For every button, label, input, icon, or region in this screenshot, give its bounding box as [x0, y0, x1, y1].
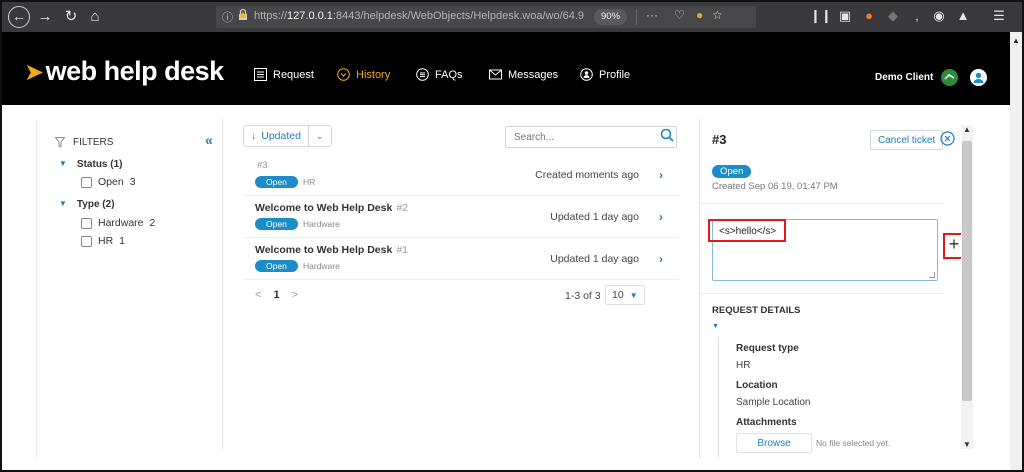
per-page-select[interactable]: 10 ▼ — [605, 285, 645, 305]
resize-handle-icon[interactable] — [929, 272, 935, 278]
sort-arrow-icon: ↓ — [251, 130, 257, 142]
checkbox[interactable] — [81, 235, 92, 247]
request-list-icon — [254, 68, 267, 81]
zoom-level[interactable]: 90% — [594, 9, 628, 25]
extension-arrow-icon[interactable]: ▲ — [954, 8, 972, 23]
reload-icon[interactable]: ↻ — [60, 6, 82, 28]
scroll-up-icon[interactable]: ▲ — [963, 125, 971, 134]
chevron-right-icon[interactable]: › — [659, 168, 663, 182]
page-actions-icon[interactable]: ··· — [646, 8, 658, 22]
user-name[interactable]: Demo Client — [875, 72, 933, 83]
ticket-row[interactable]: #3 Open HR Created moments ago › — [243, 156, 679, 196]
browse-button[interactable]: Browse — [736, 433, 812, 453]
nav-messages[interactable]: Messages — [489, 68, 558, 81]
envelope-icon — [489, 69, 502, 80]
result-count: 1-3 of 3 — [565, 290, 601, 302]
page-current[interactable]: 1 — [273, 289, 279, 301]
filter-hardware[interactable]: Hardware 2 — [81, 217, 155, 229]
filter-group-type[interactable]: ▼ Type (2) — [59, 199, 115, 210]
ticket-row[interactable]: Welcome to Web Help Desk #1 Open Hardware… — [243, 240, 679, 280]
pagination: < 1 > — [255, 289, 298, 301]
user-avatar-icon[interactable] — [941, 69, 958, 86]
library-icon[interactable]: ❙❙ — [810, 8, 832, 24]
logo[interactable]: ➤web help desk — [24, 56, 224, 86]
scroll-down-icon[interactable]: ▼ — [963, 440, 971, 449]
request-details-heading: REQUEST DETAILS — [712, 305, 801, 316]
status-badge: Open — [255, 218, 298, 230]
history-chevron-icon — [337, 68, 350, 81]
collapse-filters-icon[interactable]: « — [205, 132, 213, 148]
screenshot-frame: ← → ↻ ⌂ ⓘ https://127.0.0.1:8443/helpdes… — [0, 0, 1024, 472]
nav-profile[interactable]: Profile — [580, 68, 630, 81]
url-separator — [636, 9, 637, 25]
extension-dot-icon[interactable]: ‚ — [908, 8, 926, 23]
profile-icon — [580, 68, 593, 81]
back-icon[interactable]: ← — [8, 6, 30, 28]
checkbox[interactable] — [81, 176, 92, 188]
checkbox[interactable] — [81, 217, 92, 229]
url-text[interactable]: https://127.0.0.1:8443/helpdesk/WebObjec… — [254, 10, 584, 22]
ticket-list: ↓Updated ⌄ #3 Open HR Created moments ag… — [243, 119, 679, 449]
caret-down-icon[interactable]: ▼ — [712, 323, 719, 330]
status-badge: Open — [255, 260, 298, 272]
filter-open[interactable]: Open 3 — [81, 176, 136, 188]
sort-button[interactable]: ↓ Updated ⌄ — [243, 125, 332, 147]
scroll-up-icon[interactable]: ▲ — [1012, 36, 1020, 45]
account-icon[interactable]: ◉ — [930, 8, 948, 24]
nav-faqs[interactable]: FAQs — [416, 68, 463, 81]
insecure-lock-icon[interactable] — [236, 8, 250, 22]
filters-header: FILTERS — [55, 137, 113, 148]
prev-page-icon[interactable]: < — [255, 289, 261, 301]
extension-fox-icon[interactable]: ● — [860, 8, 878, 23]
chevron-right-icon[interactable]: › — [659, 252, 663, 266]
detail-scrollbar[interactable]: ▲ ▼ — [961, 125, 973, 449]
chevron-down-icon: ▼ — [629, 290, 638, 300]
sidebar-icon[interactable]: ▣ — [836, 8, 854, 24]
main-content: FILTERS « ▼ Status (1) Open 3 ▼ Type (2)… — [36, 119, 1008, 459]
caret-down-icon: ▼ — [59, 159, 67, 168]
page-scrollbar[interactable]: ▲ — [1010, 32, 1022, 470]
app-header: ➤web help desk Request History FAQs Mess… — [2, 32, 1010, 105]
filters-panel: FILTERS « ▼ Status (1) Open 3 ▼ Type (2)… — [37, 119, 223, 449]
divider — [700, 203, 945, 204]
ticket-title: #3 — [712, 132, 727, 147]
divider — [700, 293, 945, 294]
created-date: Created Sep 06 19, 01:47 PM — [712, 181, 838, 192]
cancel-ticket-button[interactable]: Cancel ticket — [870, 130, 944, 150]
ticket-detail: #3 Cancel ticket Open Created Sep 06 19,… — [699, 119, 965, 459]
filter-group-status[interactable]: ▼ Status (1) — [59, 159, 122, 170]
shield-icon[interactable]: ● — [696, 8, 703, 22]
status-badge: Open — [712, 165, 752, 178]
filter-funnel-icon — [55, 137, 65, 148]
caret-down-icon: ▼ — [59, 199, 67, 208]
search-input[interactable] — [505, 126, 677, 148]
close-icon[interactable] — [940, 131, 955, 146]
info-icon[interactable]: ⓘ — [222, 9, 233, 25]
menu-icon[interactable]: ☰ — [990, 8, 1008, 24]
details-guide-line — [718, 337, 719, 457]
user-menu-icon[interactable] — [970, 69, 987, 86]
status-badge: Open — [255, 176, 298, 188]
scroll-thumb[interactable] — [962, 141, 972, 401]
browser-toolbar: ← → ↻ ⌂ ⓘ https://127.0.0.1:8443/helpdes… — [2, 2, 1022, 32]
forward-icon[interactable]: → — [34, 6, 56, 28]
highlight-box — [708, 219, 786, 242]
nav-request[interactable]: Request — [254, 68, 314, 81]
chevron-right-icon[interactable]: › — [659, 210, 663, 224]
pocket-icon[interactable]: ♡ — [674, 8, 685, 22]
faqs-icon — [416, 68, 429, 81]
search-icon[interactable] — [660, 128, 674, 142]
url-bar[interactable]: ⓘ https://127.0.0.1:8443/helpdesk/WebObj… — [216, 6, 756, 28]
bookmark-star-icon[interactable]: ☆ — [712, 8, 723, 22]
home-icon[interactable]: ⌂ — [84, 6, 106, 28]
next-page-icon[interactable]: > — [292, 289, 298, 301]
sort-dropdown-icon[interactable]: ⌄ — [309, 131, 331, 142]
filter-hr[interactable]: HR 1 — [81, 235, 125, 247]
nav-history[interactable]: History — [337, 68, 390, 81]
ticket-row[interactable]: Welcome to Web Help Desk #2 Open Hardware… — [243, 198, 679, 238]
extension-leaf-icon[interactable]: ◆ — [884, 8, 902, 24]
logo-bird-icon: ➤ — [24, 59, 44, 86]
